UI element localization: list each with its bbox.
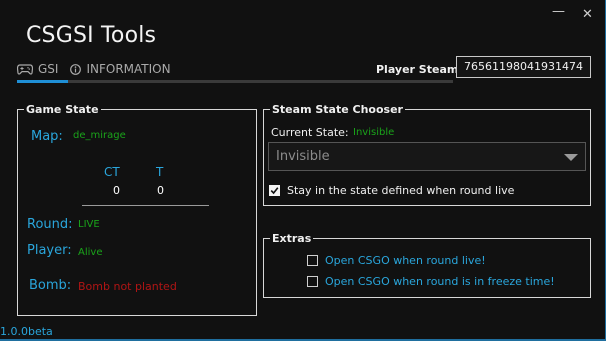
app-window: — ✕ CSGSI Tools GSI INFORMATION Player S… <box>0 0 606 341</box>
round-value: LIVE <box>78 219 100 230</box>
ct-score: 0 <box>113 184 120 197</box>
extras-legend: Extras <box>272 232 312 245</box>
bomb-label: Bomb: <box>29 278 72 293</box>
tab-bar: GSI INFORMATION <box>17 57 183 81</box>
version-label: 1.0.0beta <box>0 325 53 338</box>
steamid-field[interactable]: 76561198041931474 <box>456 56 591 78</box>
tab-active-indicator <box>17 80 68 83</box>
current-state-value: Invisible <box>353 127 395 138</box>
t-label: T <box>156 165 164 179</box>
steam-state-select-value: Invisible <box>276 149 330 164</box>
stay-in-state-row[interactable]: Stay in the state defined when round liv… <box>269 184 514 197</box>
map-value: de_mirage <box>73 130 126 141</box>
open-on-live-row[interactable]: Open CSGO when round live! <box>307 254 486 267</box>
bomb-value: Bomb not planted <box>78 280 177 293</box>
open-on-freeze-checkbox[interactable] <box>307 276 318 287</box>
open-on-freeze-label: Open CSGO when round is in freeze time! <box>325 275 555 288</box>
current-state-label: Current State: <box>271 126 349 139</box>
game-state-legend: Game State <box>26 103 99 116</box>
stay-in-state-checkbox[interactable] <box>269 185 280 196</box>
stay-in-state-label: Stay in the state defined when round liv… <box>287 184 515 197</box>
tab-information-label: INFORMATION <box>86 62 171 76</box>
app-title: CSGSI Tools <box>26 23 157 48</box>
t-score: 0 <box>157 184 164 197</box>
chevron-down-icon <box>564 154 578 161</box>
steam-state-select[interactable]: Invisible <box>268 142 586 171</box>
minimize-button[interactable]: — <box>552 4 565 19</box>
tab-gsi-label: GSI <box>38 62 59 76</box>
open-on-live-label: Open CSGO when round live! <box>325 254 486 267</box>
open-on-freeze-row[interactable]: Open CSGO when round is in freeze time! <box>307 275 555 288</box>
round-label: Round: <box>27 217 73 232</box>
steam-state-legend: Steam State Chooser <box>272 103 403 116</box>
info-icon <box>70 63 82 75</box>
ct-label: CT <box>104 165 120 179</box>
player-label: Player: <box>27 243 72 258</box>
close-button[interactable]: ✕ <box>582 7 593 22</box>
tab-gsi[interactable]: GSI <box>17 57 58 81</box>
checkmark-icon <box>270 187 279 195</box>
map-label: Map: <box>31 129 63 144</box>
tab-track <box>17 80 453 83</box>
tab-information[interactable]: INFORMATION <box>70 57 171 81</box>
gamepad-icon <box>17 63 33 75</box>
open-on-live-checkbox[interactable] <box>307 255 318 266</box>
player-value: Alive <box>78 247 103 258</box>
score-divider <box>82 205 209 206</box>
